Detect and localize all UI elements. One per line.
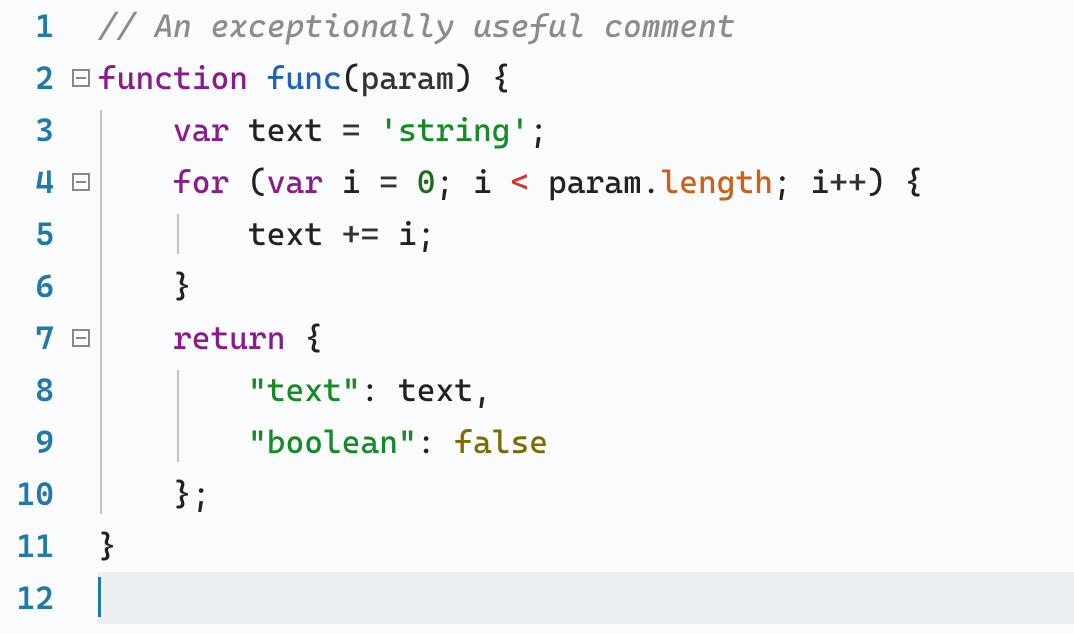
code-line[interactable]: return { bbox=[98, 312, 1074, 364]
fold-cell bbox=[64, 208, 98, 260]
code-line[interactable]: "boolean": false bbox=[98, 416, 1074, 468]
code-line[interactable] bbox=[98, 572, 1074, 624]
line-number: 3 bbox=[0, 104, 64, 156]
code-token: < bbox=[511, 163, 530, 201]
code-token: = bbox=[342, 111, 361, 149]
code-token: ; i bbox=[773, 163, 829, 201]
code-token: function bbox=[98, 59, 248, 97]
line-number-gutter: 123456789101112 bbox=[0, 0, 64, 634]
code-token: }; bbox=[98, 475, 211, 513]
code-line[interactable]: text += i; bbox=[98, 208, 1074, 260]
line-number: 7 bbox=[0, 312, 64, 364]
line-number: 11 bbox=[0, 520, 64, 572]
code-token: // An exceptionally useful comment bbox=[98, 7, 736, 45]
code-token: func bbox=[267, 59, 342, 97]
fold-cell bbox=[64, 312, 98, 364]
code-token bbox=[98, 371, 248, 409]
code-token: { bbox=[286, 319, 324, 357]
line-number: 2 bbox=[0, 52, 64, 104]
code-token: ( bbox=[342, 59, 361, 97]
code-line[interactable]: }; bbox=[98, 468, 1074, 520]
line-number: 1 bbox=[0, 0, 64, 52]
code-token: return bbox=[173, 319, 286, 357]
code-token: length bbox=[661, 163, 774, 201]
code-token: : bbox=[417, 423, 455, 461]
code-token: 0 bbox=[417, 163, 436, 201]
code-token: } bbox=[98, 527, 117, 565]
code-token: ) { bbox=[454, 59, 510, 97]
code-token bbox=[98, 111, 173, 149]
line-number: 5 bbox=[0, 208, 64, 260]
fold-cell bbox=[64, 572, 98, 624]
code-token: } bbox=[98, 267, 192, 305]
fold-gutter bbox=[64, 0, 98, 634]
fold-cell bbox=[64, 468, 98, 520]
code-line[interactable]: "text": text, bbox=[98, 364, 1074, 416]
code-token: ( bbox=[229, 163, 267, 201]
code-token: text bbox=[98, 215, 342, 253]
code-token: text bbox=[229, 111, 342, 149]
code-token: ; i bbox=[436, 163, 511, 201]
code-line[interactable]: var text = 'string'; bbox=[98, 104, 1074, 156]
code-line[interactable]: function func(param) { bbox=[98, 52, 1074, 104]
code-editor[interactable]: 123456789101112 // An exceptionally usef… bbox=[0, 0, 1074, 634]
fold-cell bbox=[64, 520, 98, 572]
code-token: i bbox=[323, 163, 379, 201]
code-token: false bbox=[454, 423, 548, 461]
fold-cell bbox=[64, 416, 98, 468]
code-token: for bbox=[173, 163, 229, 201]
code-token bbox=[98, 423, 248, 461]
code-token bbox=[98, 319, 173, 357]
fold-toggle-icon[interactable] bbox=[72, 329, 90, 347]
code-line[interactable]: // An exceptionally useful comment bbox=[98, 0, 1074, 52]
line-number: 6 bbox=[0, 260, 64, 312]
code-token bbox=[248, 59, 267, 97]
code-area[interactable]: // An exceptionally useful comment functi… bbox=[98, 0, 1074, 634]
code-token: 'string' bbox=[379, 111, 529, 149]
fold-toggle-icon[interactable] bbox=[72, 173, 90, 191]
code-token: var bbox=[267, 163, 323, 201]
code-line[interactable]: } bbox=[98, 520, 1074, 572]
line-number: 10 bbox=[0, 468, 64, 520]
code-token: += bbox=[342, 215, 380, 253]
code-token: "text" bbox=[248, 371, 361, 409]
code-token: i; bbox=[379, 215, 435, 253]
code-token: ; bbox=[529, 111, 548, 149]
code-token: "boolean" bbox=[248, 423, 417, 461]
fold-cell bbox=[64, 156, 98, 208]
code-token: var bbox=[173, 111, 229, 149]
text-cursor bbox=[98, 577, 101, 617]
fold-toggle-icon[interactable] bbox=[72, 69, 90, 87]
code-token: ++ bbox=[829, 163, 867, 201]
fold-cell bbox=[64, 260, 98, 312]
line-number: 12 bbox=[0, 572, 64, 624]
code-token bbox=[98, 163, 173, 201]
code-token bbox=[361, 111, 380, 149]
line-number: 4 bbox=[0, 156, 64, 208]
code-token: : text, bbox=[361, 371, 492, 409]
line-number: 9 bbox=[0, 416, 64, 468]
fold-cell bbox=[64, 364, 98, 416]
code-token: = bbox=[379, 163, 398, 201]
code-token: param. bbox=[529, 163, 660, 201]
fold-cell bbox=[64, 104, 98, 156]
code-token: param bbox=[361, 59, 455, 97]
code-token: ) { bbox=[867, 163, 923, 201]
code-token bbox=[398, 163, 417, 201]
line-number: 8 bbox=[0, 364, 64, 416]
fold-cell bbox=[64, 0, 98, 52]
code-line[interactable]: for (var i = 0; i < param.length; i++) { bbox=[98, 156, 1074, 208]
code-line[interactable]: } bbox=[98, 260, 1074, 312]
fold-cell bbox=[64, 52, 98, 104]
